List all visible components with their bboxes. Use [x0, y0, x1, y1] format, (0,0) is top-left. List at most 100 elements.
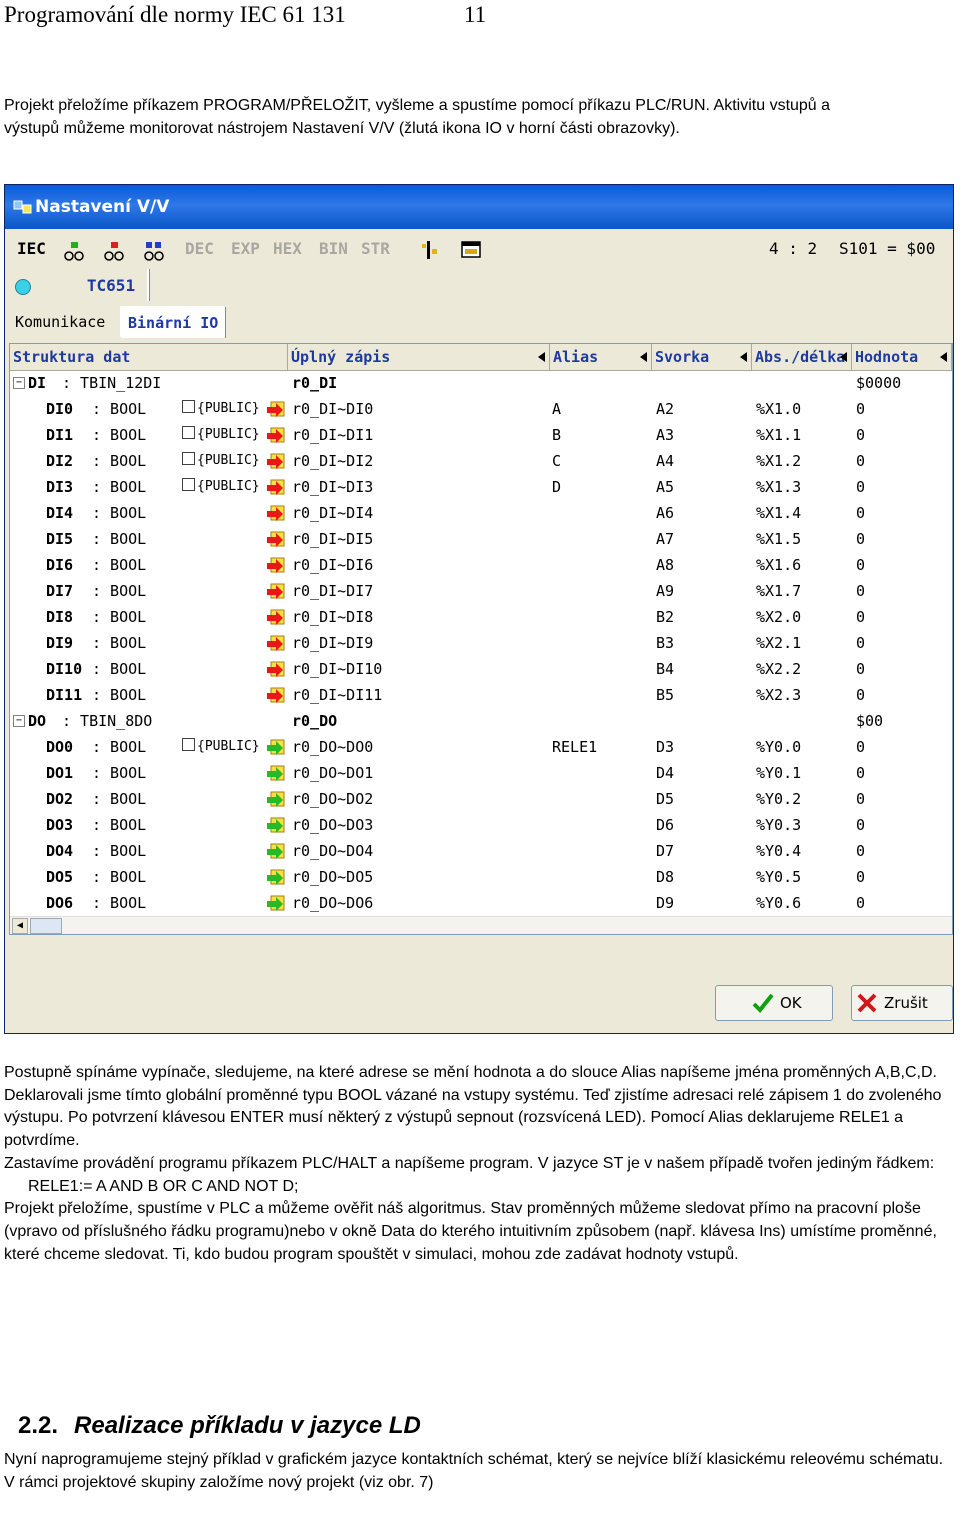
alias-cell[interactable]	[552, 838, 650, 864]
public-checkbox[interactable]	[182, 478, 195, 491]
table-row[interactable]: DI4: BOOL r0_DI~DI4 A6 %X1.4 0	[10, 500, 952, 526]
value-cell[interactable]: 0	[856, 838, 948, 864]
dec-button[interactable]: DEC	[185, 237, 214, 261]
value-cell[interactable]: 0	[856, 396, 948, 422]
window-title-bar[interactable]: Nastavení V/V	[5, 185, 953, 229]
str-button[interactable]: STR	[361, 237, 390, 261]
cancel-button[interactable]: Zrušit	[851, 985, 953, 1021]
public-flag[interactable]: {PUBLIC}	[182, 448, 266, 474]
alias-cell[interactable]	[552, 864, 650, 890]
alias-cell[interactable]	[552, 500, 650, 526]
value-cell[interactable]: 0	[856, 578, 948, 604]
alias-cell[interactable]	[552, 890, 650, 916]
value-cell[interactable]: 0	[856, 890, 948, 916]
table-row[interactable]: DI0: BOOL {PUBLIC} r0_DI~DI0 A A2 %X1.0 0	[10, 396, 952, 422]
alias-cell[interactable]	[552, 786, 650, 812]
value-cell[interactable]: 0	[856, 734, 948, 760]
value-cell[interactable]: 0	[856, 864, 948, 890]
scroll-thumb[interactable]	[30, 918, 62, 934]
collapse-icon[interactable]: −	[13, 715, 25, 727]
alias-cell[interactable]: A	[552, 396, 650, 422]
value-cell[interactable]: 0	[856, 760, 948, 786]
value-cell[interactable]: 0	[856, 812, 948, 838]
table-row[interactable]: DI5: BOOL r0_DI~DI5 A7 %X1.5 0	[10, 526, 952, 552]
table-row[interactable]: DO1: BOOL r0_DO~DO1 D4 %Y0.1 0	[10, 760, 952, 786]
table-row[interactable]: DI10: BOOL r0_DI~DI10 B4 %X2.2 0	[10, 656, 952, 682]
value-cell[interactable]: $0000	[856, 370, 948, 396]
table-row[interactable]: DI1: BOOL {PUBLIC} r0_DI~DI1 B A3 %X1.1 0	[10, 422, 952, 448]
value-cell[interactable]: $00	[856, 708, 948, 734]
table-row[interactable]: DO3: BOOL r0_DO~DO3 D6 %Y0.3 0	[10, 812, 952, 838]
alias-cell[interactable]: B	[552, 422, 650, 448]
value-cell[interactable]: 0	[856, 786, 948, 812]
table-row[interactable]: DI7: BOOL r0_DI~DI7 A9 %X1.7 0	[10, 578, 952, 604]
insert-variable-icon[interactable]	[419, 239, 441, 261]
alias-cell[interactable]	[552, 578, 650, 604]
table-row[interactable]: DI6: BOOL r0_DI~DI6 A8 %X1.6 0	[10, 552, 952, 578]
horizontal-scrollbar[interactable]: ◀	[10, 916, 952, 934]
alias-cell[interactable]	[552, 682, 650, 708]
group-row[interactable]: − DO: TBIN_8DO r0_DO $00	[10, 708, 952, 734]
table-row[interactable]: DI11: BOOL r0_DI~DI11 B5 %X2.3 0	[10, 682, 952, 708]
alias-cell[interactable]	[552, 812, 650, 838]
hex-button[interactable]: HEX	[273, 237, 302, 261]
alias-cell[interactable]: RELE1	[552, 734, 650, 760]
group-row[interactable]: − DI: TBIN_12DI r0_DI $0000	[10, 370, 952, 396]
table-row[interactable]: DO4: BOOL r0_DO~DO4 D7 %Y0.4 0	[10, 838, 952, 864]
public-flag[interactable]: {PUBLIC}	[182, 422, 266, 448]
public-checkbox[interactable]	[182, 400, 195, 413]
value-cell[interactable]: 0	[856, 682, 948, 708]
alias-cell[interactable]	[552, 604, 650, 630]
bin-button[interactable]: BIN	[319, 237, 348, 261]
col-terminal-header[interactable]: Svorka	[652, 344, 752, 370]
plc-tab[interactable]: TC651	[75, 269, 149, 301]
table-row[interactable]: DI8: BOOL r0_DI~DI8 B2 %X2.0 0	[10, 604, 952, 630]
collapse-icon[interactable]: −	[13, 377, 25, 389]
alias-cell[interactable]: D	[552, 474, 650, 500]
tab-communication[interactable]: Komunikace	[9, 307, 111, 337]
alias-cell[interactable]	[552, 760, 650, 786]
table-row[interactable]: DO6: BOOL r0_DO~DO6 D9 %Y0.6 0	[10, 890, 952, 916]
run-green-icon[interactable]	[63, 239, 85, 261]
run-red-icon[interactable]	[103, 239, 125, 261]
public-flag[interactable]: {PUBLIC}	[182, 474, 266, 500]
alias-cell[interactable]	[552, 552, 650, 578]
value-cell[interactable]: 0	[856, 448, 948, 474]
table-row[interactable]: DI2: BOOL {PUBLIC} r0_DI~DI2 C A4 %X1.2 0	[10, 448, 952, 474]
alias-cell[interactable]	[552, 370, 650, 396]
run-blue-icon[interactable]	[143, 239, 165, 261]
value-cell[interactable]: 0	[856, 474, 948, 500]
col-full-header[interactable]: Úplný zápis	[288, 344, 550, 370]
alias-cell[interactable]	[552, 656, 650, 682]
window-icon[interactable]	[460, 239, 482, 261]
value-cell[interactable]: 0	[856, 526, 948, 552]
ok-button[interactable]: OK	[715, 985, 833, 1021]
value-cell[interactable]: 0	[856, 552, 948, 578]
table-row[interactable]: DO0: BOOL {PUBLIC} r0_DO~DO0 RELE1 D3 %Y0.0 0	[10, 734, 952, 760]
value-cell[interactable]: 0	[856, 422, 948, 448]
public-checkbox[interactable]	[182, 426, 195, 439]
public-flag[interactable]: {PUBLIC}	[182, 396, 266, 422]
value-cell[interactable]: 0	[856, 656, 948, 682]
col-value-header[interactable]: Hodnota	[852, 344, 952, 370]
iec-button[interactable]: IEC	[17, 237, 46, 261]
col-alias-header[interactable]: Alias	[550, 344, 652, 370]
exp-button[interactable]: EXP	[231, 237, 260, 261]
value-cell[interactable]: 0	[856, 604, 948, 630]
table-row[interactable]: DO5: BOOL r0_DO~DO5 D8 %Y0.5 0	[10, 864, 952, 890]
alias-cell[interactable]	[552, 708, 650, 734]
table-row[interactable]: DO2: BOOL r0_DO~DO2 D5 %Y0.2 0	[10, 786, 952, 812]
table-row[interactable]: DI9: BOOL r0_DI~DI9 B3 %X2.1 0	[10, 630, 952, 656]
col-struct-header[interactable]: Struktura dat	[10, 344, 288, 370]
value-cell[interactable]: 0	[856, 630, 948, 656]
col-abs-header[interactable]: Abs./délka	[752, 344, 852, 370]
public-checkbox[interactable]	[182, 738, 195, 751]
public-checkbox[interactable]	[182, 452, 195, 465]
alias-cell[interactable]	[552, 526, 650, 552]
value-cell[interactable]: 0	[856, 500, 948, 526]
scroll-left-icon[interactable]: ◀	[12, 918, 28, 934]
alias-cell[interactable]: C	[552, 448, 650, 474]
alias-cell[interactable]	[552, 630, 650, 656]
public-flag[interactable]: {PUBLIC}	[182, 734, 266, 760]
table-row[interactable]: DI3: BOOL {PUBLIC} r0_DI~DI3 D A5 %X1.3 0	[10, 474, 952, 500]
